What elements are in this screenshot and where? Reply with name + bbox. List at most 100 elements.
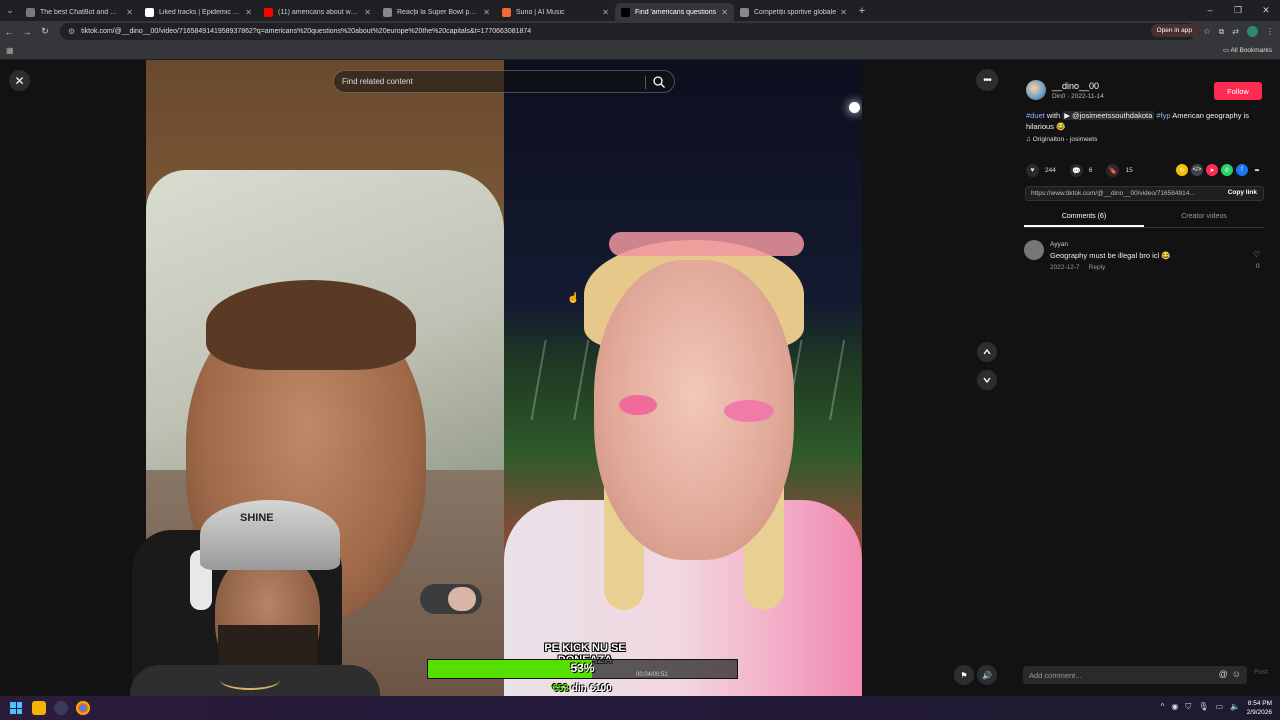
network-icon[interactable]: ▭	[1215, 702, 1223, 712]
comment-like-icon[interactable]: ♡	[1253, 250, 1260, 259]
commenter-name[interactable]: Ayyan	[1050, 241, 1068, 248]
tab-comments[interactable]: Comments (6)	[1024, 208, 1144, 227]
send-icon[interactable]: ➤	[1206, 164, 1218, 176]
tab-close-icon[interactable]: ✕	[364, 8, 371, 17]
commenter-avatar[interactable]	[1024, 240, 1044, 260]
mic-icon[interactable]: 🎙	[1198, 702, 1208, 712]
comment-icon[interactable]: 💬	[1069, 164, 1083, 177]
emoji-icon[interactable]: ☺	[1232, 669, 1241, 679]
related-search-input[interactable]	[342, 77, 642, 86]
tray-overflow-icon[interactable]: ^	[1161, 702, 1165, 712]
browser-menu-icon[interactable]: ⋮	[1266, 27, 1274, 36]
steam-icon[interactable]: ◉	[1171, 702, 1178, 712]
mention-icon[interactable]: @	[1219, 669, 1228, 679]
shield-icon[interactable]: ⛉	[1185, 702, 1191, 712]
tab-close-icon[interactable]: ✕	[245, 8, 252, 17]
like-count: 244	[1045, 167, 1056, 174]
tab-close-icon[interactable]: ✕	[126, 8, 133, 17]
address-bar[interactable]: ⚙ tiktok.com/@__dino__00/video/716584914…	[60, 23, 1196, 40]
back-icon[interactable]: ←	[0, 27, 18, 37]
apps-grid-icon[interactable]: ▦	[6, 46, 14, 55]
open-in-app-button[interactable]: Open in app	[1150, 24, 1198, 37]
tab-search-icon[interactable]: ⌄	[0, 0, 20, 21]
whatsapp-icon[interactable]: ✆	[1221, 164, 1233, 176]
microphone-sticker	[448, 587, 476, 611]
browser-tab[interactable]: Suno | AI Music ✕	[496, 3, 615, 21]
extensions-icon[interactable]: ⧉	[1219, 27, 1225, 37]
sunglasses	[609, 232, 804, 256]
tab-close-icon[interactable]: ✕	[602, 8, 609, 17]
volume-icon[interactable]: 🔊	[977, 665, 997, 685]
repost-icon[interactable]: ↻	[1176, 164, 1188, 176]
sound-name: Originalton - josimeets	[1032, 136, 1098, 143]
desc-with: with	[1044, 111, 1063, 120]
new-tab-button[interactable]: +	[853, 5, 871, 17]
tab-close-icon[interactable]: ✕	[840, 8, 847, 17]
previous-video-button[interactable]	[977, 342, 997, 362]
site-info-icon[interactable]: ⚙	[68, 27, 75, 36]
reload-icon[interactable]: ↻	[36, 26, 54, 37]
browser-tab[interactable]: Reacții la Super Bowl pe Kick ✕	[377, 3, 496, 21]
donation-amount: €53 din €100	[520, 683, 644, 694]
face-paint-left	[619, 395, 657, 415]
browser-tab[interactable]: Competiții sportive globale ✕	[734, 3, 853, 21]
related-search-bar[interactable]	[333, 70, 675, 93]
windows-start-icon[interactable]	[10, 702, 22, 714]
add-comment-box[interactable]: @☺	[1023, 666, 1247, 684]
necklace	[220, 670, 280, 690]
video-description: #duet with ▶ @josimeetssouthdakota #fyp …	[1026, 110, 1266, 132]
bookmark-star-icon[interactable]: ☆	[1203, 27, 1210, 36]
hashtag-duet[interactable]: #duet	[1026, 111, 1045, 120]
browser-tab[interactable]: (11) americans about world cu ✕	[258, 3, 377, 21]
share-arrow-icon[interactable]: ➦	[1251, 164, 1263, 176]
browser-tab[interactable]: The best ChatBot and Widgets✕	[20, 3, 139, 21]
chrome-icon[interactable]	[76, 701, 90, 715]
file-explorer-icon[interactable]	[32, 701, 46, 715]
save-icon[interactable]: 🔖	[1106, 164, 1120, 177]
mention-link[interactable]: ▶ @josimeetssouthdakota	[1062, 111, 1155, 120]
tab-title: Competiții sportive globale	[754, 8, 837, 16]
tab-close-icon[interactable]: ✕	[483, 8, 490, 17]
hashtag-fyp[interactable]: #fyp	[1156, 111, 1170, 120]
browser-tab[interactable]: Liked tracks | Epidemic Sound✕	[139, 3, 258, 21]
more-options-icon[interactable]: •••	[976, 69, 998, 91]
browser-tab[interactable]: Find 'americans questions ✕	[615, 3, 734, 21]
minimize-icon[interactable]: –	[1196, 0, 1224, 21]
author-avatar[interactable]	[1026, 80, 1046, 100]
tab-creator-videos[interactable]: Creator videos	[1144, 208, 1264, 227]
next-video-button[interactable]	[977, 370, 997, 390]
close-video-button[interactable]: ✕	[9, 70, 30, 91]
streamer-webcam: SHINE	[100, 490, 390, 696]
tab-close-icon[interactable]: ✕	[721, 8, 728, 17]
search-icon[interactable]	[652, 75, 666, 89]
speaker-icon[interactable]: 🔈	[1230, 702, 1240, 712]
tab-favicon-icon	[264, 7, 273, 17]
tab-title: Liked tracks | Epidemic Sound	[159, 8, 242, 16]
reply-button[interactable]: Reply	[1089, 264, 1106, 271]
close-window-icon[interactable]: ✕	[1252, 0, 1280, 21]
all-bookmarks[interactable]: ▭ All Bookmarks	[1223, 46, 1272, 54]
add-comment-input[interactable]	[1029, 670, 1199, 680]
video-link-text[interactable]: https://www.tiktok.com/@__dino__00/video…	[1031, 190, 1195, 197]
post-comment-button[interactable]: Post	[1254, 669, 1268, 676]
embed-icon[interactable]: </>	[1191, 164, 1203, 176]
follow-button[interactable]: Follow	[1214, 82, 1262, 100]
like-icon[interactable]: ♥	[1026, 164, 1039, 177]
report-icon[interactable]: ⚑	[954, 665, 974, 685]
facebook-icon[interactable]: f	[1236, 164, 1248, 176]
author-name[interactable]: __dino__00	[1052, 81, 1099, 91]
profile-switch-icon[interactable]: ⇄	[1232, 27, 1239, 36]
author-subtitle: Din0 · 2022-11-14	[1052, 93, 1104, 100]
donation-goal: €100	[589, 683, 612, 694]
tab-favicon-icon	[740, 7, 749, 17]
sidebar-tabs: Comments (6) Creator videos	[1024, 208, 1264, 228]
forward-icon[interactable]: →	[18, 27, 36, 37]
profile-avatar[interactable]	[1247, 26, 1258, 37]
taskbar-clock[interactable]: 8:54 PM 2/9/2026	[1247, 699, 1272, 717]
engagement-stats: ♥ 244 💬 6 🔖 15	[1026, 164, 1133, 177]
copy-link-button[interactable]: Copy link	[1228, 189, 1257, 196]
sound-info[interactable]: ♫ Originalton - josimeets	[1026, 136, 1097, 143]
donation-progress-percent: 53%	[570, 661, 595, 675]
maximize-icon[interactable]: ❐	[1224, 0, 1252, 21]
obs-icon[interactable]	[54, 701, 68, 715]
